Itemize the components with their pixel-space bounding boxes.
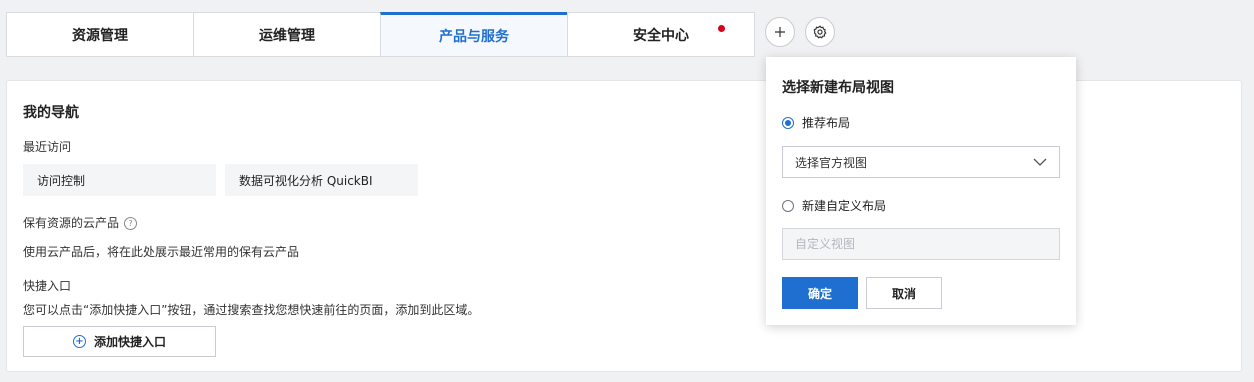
recent-item-label: 访问控制 — [37, 173, 86, 188]
radio-custom-layout[interactable]: 新建自定义布局 — [782, 197, 886, 214]
settings-button[interactable] — [805, 17, 835, 47]
tab-resource-management[interactable]: 资源管理 — [6, 12, 193, 57]
recent-item-quickbi[interactable]: 数据可视化分析 QuickBI — [225, 164, 418, 196]
plus-circle-icon: + — [72, 335, 86, 348]
recent-item-label: 数据可视化分析 QuickBI — [239, 173, 373, 188]
owned-products-text: 保有资源的云产品 — [23, 216, 120, 230]
recent-label: 最近访问 — [23, 140, 72, 154]
quick-entry-desc: 您可以点击“添加快捷入口”按钮，通过搜索查找您想快速前往的页面，添加到此区域。 — [23, 303, 480, 317]
add-tab-button[interactable] — [765, 17, 795, 47]
tab-label: 安全中心 — [633, 27, 689, 44]
tab-label: 资源管理 — [72, 27, 128, 44]
radio-unchecked-icon[interactable] — [782, 199, 794, 212]
radio-recommended-layout[interactable]: 推荐布局 — [782, 114, 850, 131]
popover-title: 选择新建布局视图 — [782, 80, 894, 96]
tab-label: 产品与服务 — [439, 28, 509, 45]
tab-label: 运维管理 — [259, 27, 315, 44]
confirm-button[interactable]: 确定 — [782, 277, 858, 309]
radio-custom-label: 新建自定义布局 — [802, 199, 887, 213]
add-quick-entry-label: 添加快捷入口 — [93, 335, 166, 349]
recent-item-access-control[interactable]: 访问控制 — [23, 164, 216, 196]
tab-ops-management[interactable]: 运维管理 — [193, 12, 380, 57]
top-tab-bar: 资源管理 运维管理 产品与服务 安全中心 — [0, 0, 1254, 57]
cancel-button[interactable]: 取消 — [866, 277, 942, 309]
quick-entry-label: 快捷入口 — [23, 279, 72, 293]
radio-checked-icon[interactable] — [782, 116, 794, 129]
gear-icon — [813, 25, 827, 39]
tab-list: 资源管理 运维管理 产品与服务 安全中心 — [6, 12, 755, 57]
tab-products-services[interactable]: 产品与服务 — [380, 12, 567, 57]
new-layout-popover: 选择新建布局视图 推荐布局 选择官方视图 新建自定义布局 确定 取消 — [766, 57, 1076, 325]
notification-dot — [718, 25, 725, 32]
radio-recommended-label: 推荐布局 — [802, 116, 851, 130]
add-quick-entry-button[interactable]: + 添加快捷入口 — [23, 326, 216, 357]
custom-view-input[interactable] — [782, 228, 1060, 260]
plus-icon — [775, 27, 785, 37]
nav-title: 我的导航 — [23, 105, 79, 121]
owned-products-label: 保有资源的云产品? — [23, 214, 138, 231]
tab-security-center[interactable]: 安全中心 — [567, 12, 755, 57]
official-view-select[interactable]: 选择官方视图 — [782, 146, 1060, 178]
help-circle-icon[interactable]: ? — [124, 217, 138, 230]
select-value: 选择官方视图 — [795, 155, 868, 170]
chevron-down-icon — [1033, 158, 1047, 166]
owned-products-desc: 使用云产品后，将在此处展示最近常用的保有云产品 — [23, 245, 300, 259]
